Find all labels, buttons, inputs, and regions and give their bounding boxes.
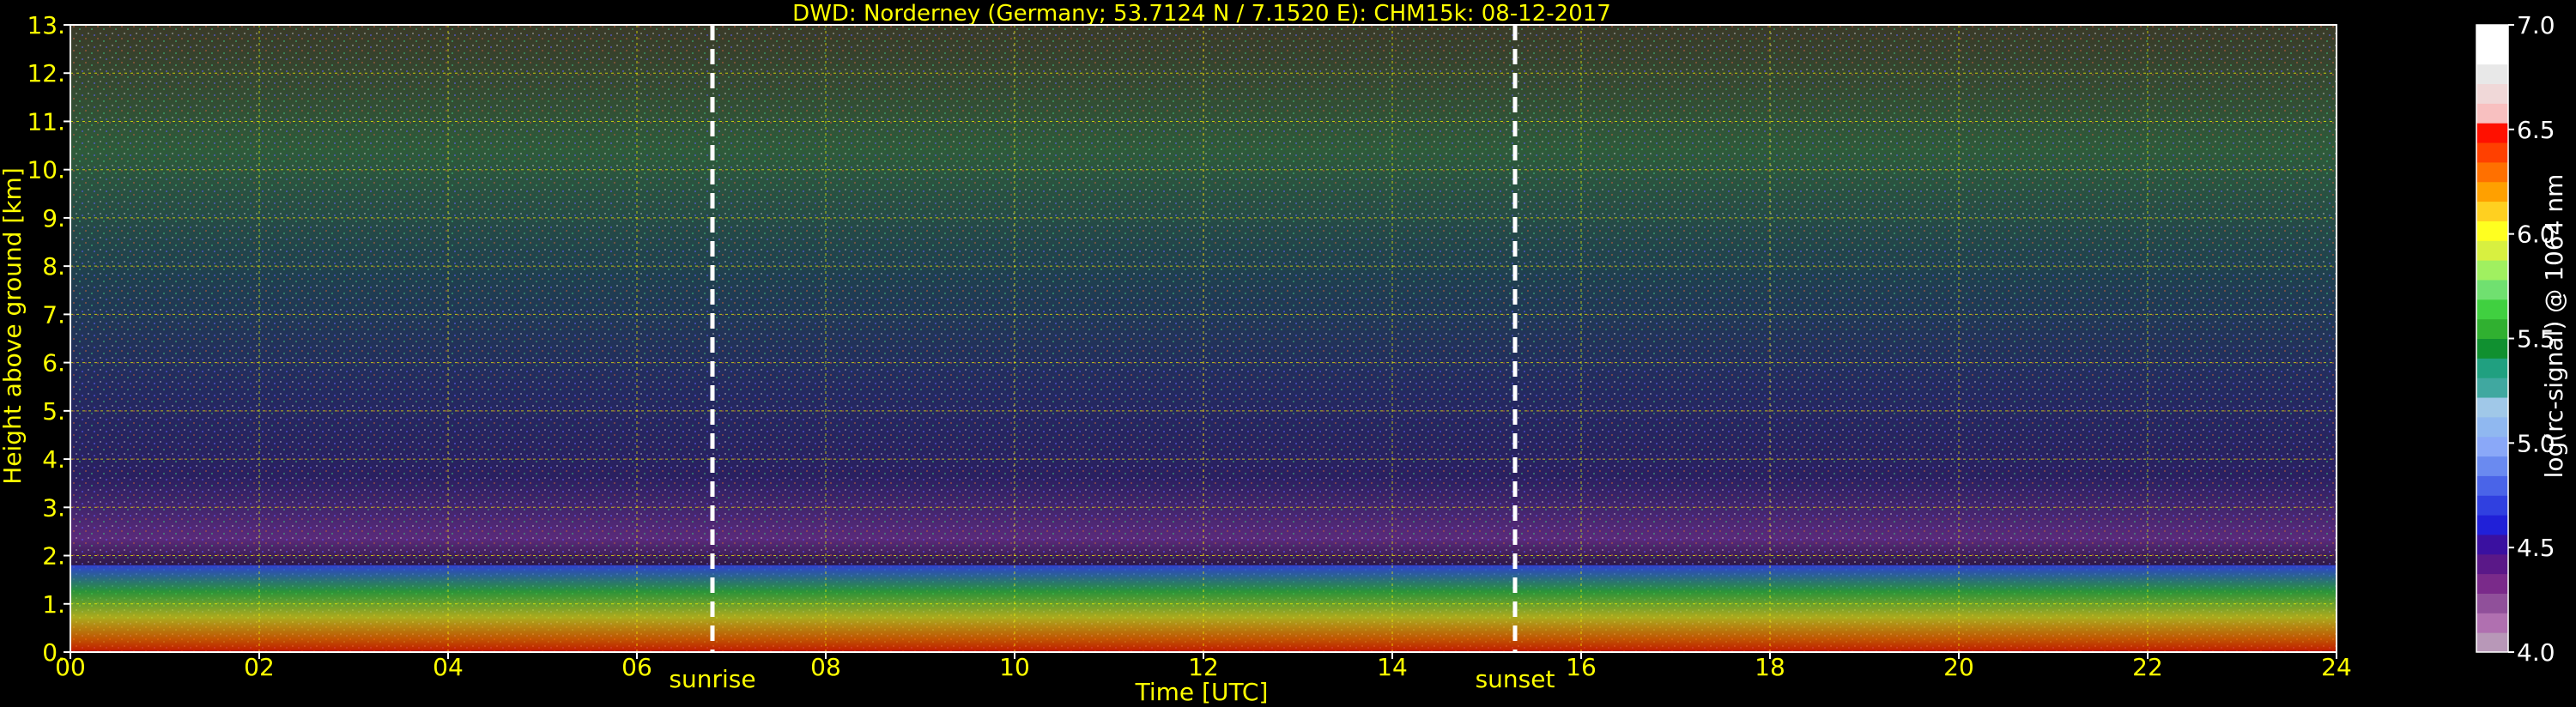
colorbar-segment <box>2476 240 2508 261</box>
x-tick-label: 06 <box>621 653 652 681</box>
colorbar-segment <box>2476 553 2508 575</box>
x-tick-label: 20 <box>1943 653 1974 681</box>
colorbar-segment <box>2476 534 2508 555</box>
colorbar-segment <box>2476 593 2508 613</box>
x-tick-label: 18 <box>1755 653 1785 681</box>
x-tick-label: 02 <box>244 653 275 681</box>
colorbar-segment <box>2476 436 2508 457</box>
colorbar-tick-label: 4.5 <box>2517 534 2555 562</box>
colorbar-tick-label: 4.0 <box>2517 638 2555 667</box>
colorbar-segment <box>2476 44 2508 65</box>
y-tick-label: 1. <box>42 590 65 619</box>
colorbar-segment <box>2476 495 2508 516</box>
colorbar-segment <box>2476 260 2508 281</box>
colorbar-segment <box>2476 63 2508 85</box>
colorbar-segment <box>2476 25 2508 45</box>
x-tick-label: 16 <box>1566 653 1597 681</box>
x-tick-label: 24 <box>2321 653 2352 681</box>
y-tick-label: 11. <box>27 107 65 136</box>
x-tick-label: 10 <box>999 653 1030 681</box>
y-tick-label: 6. <box>42 349 65 378</box>
colorbar-segment <box>2476 142 2508 163</box>
y-tick-label: 0. <box>42 638 65 667</box>
colorbar-tick-label: 6.5 <box>2517 116 2555 144</box>
x-axis-label: Time [UTC] <box>1135 678 1269 706</box>
sunset-label: sunset <box>1476 665 1555 693</box>
colorbar-segment <box>2476 515 2508 535</box>
y-tick-label: 10. <box>27 156 65 184</box>
chart-title: DWD: Norderney (Germany; 53.7124 N / 7.1… <box>792 1 1611 27</box>
y-tick-label: 3. <box>42 493 65 522</box>
colorbar-segment <box>2476 299 2508 320</box>
colorbar-segment <box>2476 201 2508 221</box>
colorbar-segment <box>2476 397 2508 418</box>
y-tick-label: 4. <box>42 445 65 474</box>
colorbar-segment <box>2476 613 2508 633</box>
y-tick-label: 7. <box>42 300 65 329</box>
y-tick-label: 12. <box>27 59 65 88</box>
sunrise-label: sunrise <box>669 665 755 693</box>
colorbar-segment <box>2476 123 2508 143</box>
y-tick-label: 9. <box>42 204 65 233</box>
x-tick-label: 14 <box>1377 653 1408 681</box>
y-tick-label: 5. <box>42 397 65 426</box>
colorbar-segment <box>2476 181 2508 202</box>
y-tick-label: 8. <box>42 252 65 281</box>
ceilometer-chart: DWD: Norderney (Germany; 53.7124 N / 7.1… <box>0 1 2568 706</box>
colorbar-segment <box>2476 573 2508 594</box>
y-tick-label: 2. <box>42 542 65 571</box>
colorbar-segment <box>2476 318 2508 339</box>
y-axis-label: Height above ground [km] <box>0 167 27 485</box>
x-tick-label: 22 <box>2132 653 2163 681</box>
colorbar-segment <box>2476 475 2508 496</box>
colorbar-segment <box>2476 221 2508 241</box>
colorbar-segment <box>2476 103 2508 124</box>
colorbar-segment <box>2476 83 2508 104</box>
colorbar-segment <box>2476 378 2508 398</box>
colorbar-segment <box>2476 416 2508 438</box>
x-tick-label: 08 <box>810 653 841 681</box>
colorbar-segment <box>2476 358 2508 378</box>
colorbar-segment <box>2476 456 2508 476</box>
colorbar-segment <box>2476 161 2508 183</box>
x-tick-label: 04 <box>433 653 464 681</box>
colorbar-segment <box>2476 338 2508 359</box>
colorbar-segment <box>2476 632 2508 653</box>
colorbar-label: log(rc-signal) @ 1064 nm <box>2540 174 2568 479</box>
colorbar-tick-label: 7.0 <box>2517 11 2555 39</box>
colorbar-segment <box>2476 279 2508 300</box>
y-tick-label: 13. <box>27 11 65 39</box>
